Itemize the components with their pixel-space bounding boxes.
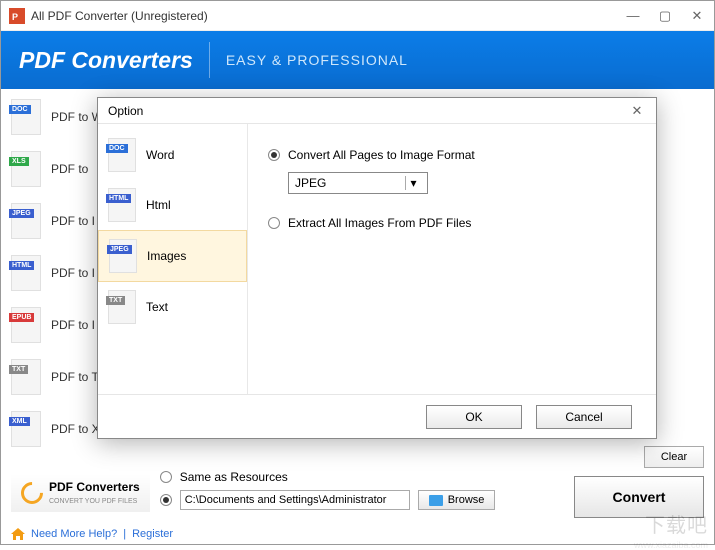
- format-badge: XML: [9, 417, 30, 426]
- format-icon: XLS: [11, 151, 41, 187]
- banner-divider: [209, 42, 210, 78]
- chevron-down-icon: ▾: [405, 176, 421, 190]
- format-label: PDF to T: [51, 370, 99, 384]
- watermark-url: www.xiazaiba.com: [634, 540, 708, 550]
- brand-name: PDF Converters: [49, 480, 140, 494]
- ok-button[interactable]: OK: [426, 405, 522, 429]
- banner-title: PDF Converters: [19, 47, 193, 74]
- option-dialog: Option ✕ DOC Word HTML Html JPEG Images TXT Tex…: [97, 97, 657, 439]
- option-tab-html[interactable]: HTML Html: [98, 180, 247, 230]
- radio-icon: [160, 471, 172, 483]
- format-selected: JPEG: [295, 176, 326, 190]
- tab-badge: HTML: [106, 194, 131, 203]
- format-label: PDF to W: [51, 110, 103, 124]
- svg-text:P: P: [12, 12, 18, 22]
- tab-icon: DOC: [108, 138, 136, 172]
- radio-icon: [160, 494, 172, 506]
- app-icon: P: [9, 8, 25, 24]
- dialog-title: Option: [108, 104, 628, 118]
- format-badge: JPEG: [9, 209, 34, 218]
- help-row: Need More Help? | Register: [11, 528, 173, 540]
- tab-label: Word: [146, 148, 174, 162]
- image-format-select[interactable]: JPEG ▾: [288, 172, 428, 194]
- banner: PDF Converters EASY & PROFESSIONAL: [1, 31, 714, 89]
- brand-block: PDF Converters CONVERT YOU PDF FILES: [11, 474, 150, 512]
- radio-icon: [268, 149, 280, 161]
- dialog-close-button[interactable]: ✕: [628, 102, 646, 120]
- browse-label: Browse: [448, 494, 485, 506]
- tab-badge: TXT: [106, 296, 125, 305]
- help-link[interactable]: Need More Help?: [31, 528, 117, 540]
- tab-icon: TXT: [108, 290, 136, 324]
- tab-badge: JPEG: [107, 245, 132, 254]
- extract-images-option[interactable]: Extract All Images From PDF Files: [268, 216, 636, 230]
- bottom-area: Clear PDF Converters CONVERT YOU PDF FIL…: [11, 470, 704, 516]
- dialog-title-bar: Option ✕: [98, 98, 656, 124]
- convert-all-label: Convert All Pages to Image Format: [288, 148, 475, 162]
- brand-tag: CONVERT YOU PDF FILES: [49, 498, 137, 505]
- close-button[interactable]: ✕: [688, 7, 706, 25]
- format-icon: JPEG: [11, 203, 41, 239]
- banner-subtitle: EASY & PROFESSIONAL: [226, 52, 408, 68]
- format-label: PDF to I: [51, 318, 95, 332]
- tab-label: Images: [147, 249, 186, 263]
- format-label: PDF to X: [51, 422, 100, 436]
- tab-badge: DOC: [106, 144, 128, 153]
- tab-label: Text: [146, 300, 168, 314]
- format-label: PDF to: [51, 162, 88, 176]
- tab-label: Html: [146, 198, 171, 212]
- browse-button[interactable]: Browse: [418, 490, 496, 510]
- window-controls: — ▢ ✕: [624, 7, 706, 25]
- radio-icon: [268, 217, 280, 229]
- format-badge: DOC: [9, 105, 31, 114]
- extract-label: Extract All Images From PDF Files: [288, 216, 471, 230]
- option-tab-word[interactable]: DOC Word: [98, 130, 247, 180]
- format-icon: DOC: [11, 99, 41, 135]
- window-title: All PDF Converter (Unregistered): [31, 9, 624, 23]
- option-tab-text[interactable]: TXT Text: [98, 282, 247, 332]
- format-icon: EPUB: [11, 307, 41, 343]
- home-icon: [11, 528, 25, 540]
- format-icon: XML: [11, 411, 41, 447]
- dialog-content: Convert All Pages to Image Format JPEG ▾…: [248, 124, 656, 394]
- title-bar: P All PDF Converter (Unregistered) — ▢ ✕: [1, 1, 714, 31]
- register-link[interactable]: Register: [132, 528, 173, 540]
- brand-logo-icon: [16, 477, 47, 508]
- dialog-sidebar: DOC Word HTML Html JPEG Images TXT Text: [98, 124, 248, 394]
- dialog-button-row: OK Cancel: [98, 394, 656, 438]
- option-tab-images[interactable]: JPEG Images: [98, 230, 247, 282]
- format-badge: HTML: [9, 261, 34, 270]
- convert-all-pages-option[interactable]: Convert All Pages to Image Format: [268, 148, 636, 162]
- format-label: PDF to I: [51, 266, 95, 280]
- format-badge: EPUB: [9, 313, 34, 322]
- same-as-resources-label: Same as Resources: [180, 470, 288, 484]
- folder-icon: [429, 495, 443, 506]
- format-icon: HTML: [11, 255, 41, 291]
- tab-icon: HTML: [108, 188, 136, 222]
- format-icon: TXT: [11, 359, 41, 395]
- format-label: PDF to I: [51, 214, 95, 228]
- clear-button[interactable]: Clear: [644, 446, 704, 468]
- tab-icon: JPEG: [109, 239, 137, 273]
- minimize-button[interactable]: —: [624, 7, 642, 25]
- convert-button[interactable]: Convert: [574, 476, 704, 518]
- brand-text: PDF Converters CONVERT YOU PDF FILES: [49, 480, 140, 506]
- output-path-input[interactable]: [180, 490, 410, 510]
- maximize-button[interactable]: ▢: [656, 7, 674, 25]
- format-badge: TXT: [9, 365, 28, 374]
- format-badge: XLS: [9, 157, 29, 166]
- cancel-button[interactable]: Cancel: [536, 405, 632, 429]
